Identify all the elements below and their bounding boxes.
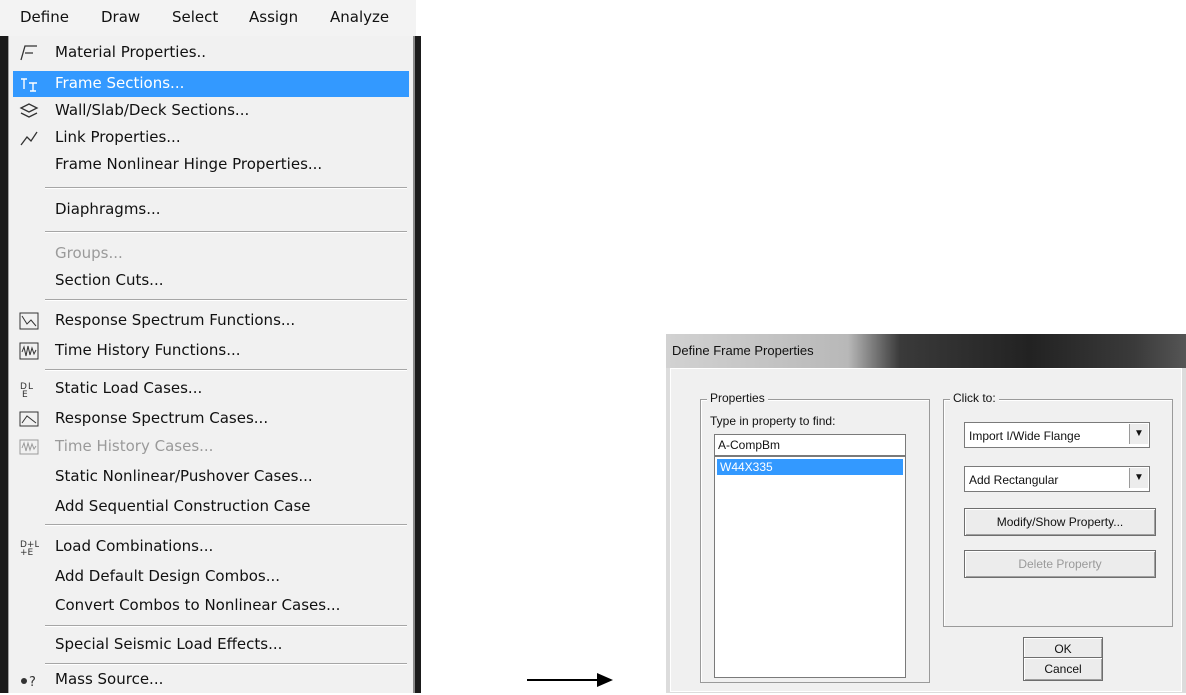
menu-item-load-combinations[interactable]: D+L +E Load Combinations... — [13, 534, 409, 560]
menu-item-label: Link Properties... — [55, 128, 181, 146]
find-property-label: Type in property to find: — [710, 414, 836, 428]
menu-item-label: Static Nonlinear/Pushover Cases... — [55, 467, 313, 485]
add-section-combo[interactable]: Add Rectangular ▼ — [964, 466, 1150, 492]
menu-separator — [45, 231, 407, 233]
modify-show-property-button[interactable]: Modify/Show Property... — [964, 508, 1156, 536]
menu-separator — [45, 625, 407, 627]
menu-item-mass-source[interactable]: ? Mass Source... — [13, 667, 409, 693]
menu-separator — [45, 663, 407, 665]
menu-analyze[interactable]: Analyze — [330, 8, 389, 26]
menu-select[interactable]: Select — [172, 8, 218, 26]
menu-item-special-seismic-load-effects[interactable]: Special Seismic Load Effects... — [13, 632, 409, 658]
menu-item-time-history-cases: Time History Cases... — [13, 434, 409, 460]
import-section-combo[interactable]: Import I/Wide Flange ▼ — [964, 422, 1150, 448]
menu-item-static-nonlinear-pushover[interactable]: Static Nonlinear/Pushover Cases... — [13, 464, 409, 490]
menu-item-link-properties[interactable]: Link Properties... — [13, 125, 409, 151]
load-combo-icon: D+L +E — [19, 538, 40, 558]
menu-item-label: Response Spectrum Cases... — [55, 409, 269, 427]
background-window-edge — [0, 36, 8, 693]
menu-separator — [45, 524, 407, 526]
menu-assign[interactable]: Assign — [249, 8, 298, 26]
menu-item-static-load-cases[interactable]: DLE Static Load Cases... — [13, 376, 409, 402]
property-listbox[interactable]: W44X335 — [714, 456, 906, 678]
menu-item-diaphragms[interactable]: Diaphragms... — [13, 197, 409, 223]
menu-item-label: Frame Sections... — [55, 74, 185, 92]
load-case-icon: DLE — [19, 380, 39, 400]
menu-item-time-history-functions[interactable]: Time History Functions... — [13, 338, 409, 364]
menu-item-convert-combos[interactable]: Convert Combos to Nonlinear Cases... — [13, 593, 409, 619]
menu-item-label: Groups... — [55, 244, 123, 262]
menu-item-label: Material Properties.. — [55, 43, 207, 61]
menu-item-label: Diaphragms... — [55, 200, 161, 218]
menu-item-label: Time History Functions... — [55, 341, 241, 359]
svg-text:+E: +E — [20, 548, 34, 556]
find-property-input[interactable] — [714, 434, 906, 456]
menu-separator — [45, 187, 407, 189]
wall-slab-icon — [19, 102, 39, 120]
dialog-title: Define Frame Properties — [672, 343, 814, 358]
frame-section-icon — [19, 75, 39, 93]
menu-item-section-cuts[interactable]: Section Cuts... — [13, 268, 409, 294]
menu-bar: Define Draw Select Assign Analyze — [0, 0, 416, 37]
link-icon — [19, 129, 39, 147]
menu-item-label: Load Combinations... — [55, 537, 214, 555]
material-icon — [19, 44, 39, 62]
cancel-button[interactable]: Cancel — [1023, 657, 1103, 681]
svg-text:L: L — [28, 382, 33, 392]
menu-item-add-sequential-construction[interactable]: Add Sequential Construction Case — [13, 494, 409, 520]
menu-item-frame-sections[interactable]: Frame Sections... — [13, 71, 409, 97]
arrow-right-icon — [527, 673, 613, 687]
dialog-body: Properties Type in property to find: W44… — [670, 368, 1182, 692]
svg-text:E: E — [22, 390, 28, 398]
properties-group-title: Properties — [707, 391, 768, 405]
delete-property-button: Delete Property — [964, 550, 1156, 578]
menu-item-label: Mass Source... — [55, 670, 164, 688]
dialog-title-bar[interactable]: Define Frame Properties — [666, 334, 1186, 368]
menu-item-groups: Groups... — [13, 241, 409, 267]
response-spectrum-icon — [19, 312, 39, 330]
menu-item-label: Response Spectrum Functions... — [55, 311, 296, 329]
define-dropdown-menu: Material Properties.. Frame Sections... … — [8, 36, 415, 693]
import-section-value: Import I/Wide Flange — [969, 429, 1081, 443]
menu-item-label: Wall/Slab/Deck Sections... — [55, 101, 250, 119]
mass-source-icon: ? — [19, 671, 39, 690]
chevron-down-icon[interactable]: ▼ — [1129, 424, 1148, 444]
time-history-case-icon — [19, 438, 39, 456]
menu-item-material-properties[interactable]: Material Properties.. — [13, 40, 409, 66]
define-frame-properties-dialog: Define Frame Properties Properties Type … — [666, 334, 1186, 693]
menu-draw[interactable]: Draw — [101, 8, 140, 26]
click-to-group-title: Click to: — [950, 391, 999, 405]
menu-item-add-default-design-combos[interactable]: Add Default Design Combos... — [13, 564, 409, 590]
properties-group: Properties Type in property to find: W44… — [700, 391, 930, 683]
menu-item-label: Section Cuts... — [55, 271, 164, 289]
menu-item-label: Time History Cases... — [55, 437, 214, 455]
menu-item-wall-slab-deck[interactable]: Wall/Slab/Deck Sections... — [13, 98, 409, 124]
chevron-down-icon[interactable]: ▼ — [1129, 468, 1148, 488]
click-to-group: Click to: Import I/Wide Flange ▼ Add Rec… — [943, 391, 1173, 627]
menu-item-response-spectrum-cases[interactable]: Response Spectrum Cases... — [13, 406, 409, 432]
menu-item-label: Convert Combos to Nonlinear Cases... — [55, 596, 341, 614]
time-history-icon — [19, 342, 39, 360]
menu-separator — [45, 299, 407, 301]
add-section-value: Add Rectangular — [969, 473, 1059, 487]
menu-item-label: Frame Nonlinear Hinge Properties... — [55, 155, 323, 173]
menu-item-label: Add Default Design Combos... — [55, 567, 281, 585]
menu-item-label: Static Load Cases... — [55, 379, 203, 397]
menu-separator — [45, 369, 407, 371]
svg-text:?: ? — [29, 675, 36, 689]
menu-item-label: Special Seismic Load Effects... — [55, 635, 283, 653]
spectrum-case-icon — [19, 410, 39, 428]
menu-define[interactable]: Define — [20, 8, 69, 26]
menu-item-label: Add Sequential Construction Case — [55, 497, 311, 515]
menu-item-frame-nonlinear-hinge[interactable]: Frame Nonlinear Hinge Properties... — [13, 152, 409, 178]
menu-item-response-spectrum-functions[interactable]: Response Spectrum Functions... — [13, 308, 409, 334]
list-item[interactable]: W44X335 — [717, 459, 903, 475]
